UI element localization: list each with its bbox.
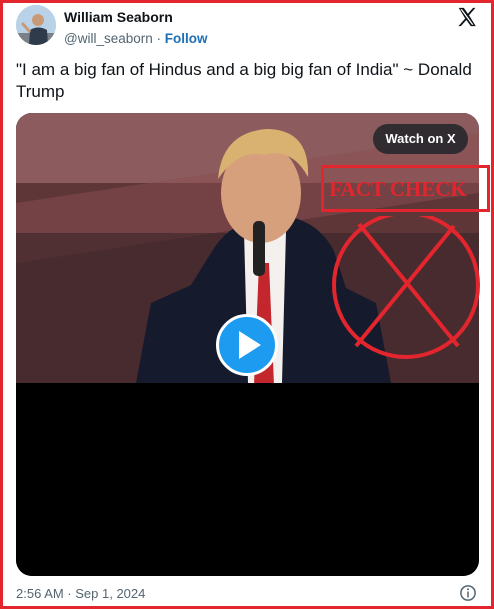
meta-separator: · (156, 31, 162, 46)
author-meta: @will_seaborn · Follow (64, 31, 208, 46)
info-icon[interactable] (459, 584, 477, 602)
watch-on-x-button[interactable]: Watch on X (373, 124, 468, 154)
fact-check-label: FACT CHECK (329, 177, 467, 201)
follow-button[interactable]: Follow (165, 31, 208, 46)
author-handle[interactable]: @will_seaborn (64, 31, 153, 46)
x-logo-icon[interactable] (456, 6, 478, 28)
author-name[interactable]: William Seaborn (64, 9, 173, 25)
play-button[interactable] (216, 314, 278, 376)
avatar-image (16, 5, 56, 45)
timestamp[interactable]: 2:56 AM · Sep 1, 2024 (16, 586, 145, 601)
crossed-circle-icon (332, 216, 480, 359)
tweet-text: "I am a big fan of Hindus and a big big … (16, 60, 472, 101)
avatar[interactable] (16, 5, 56, 45)
play-icon (239, 331, 261, 359)
